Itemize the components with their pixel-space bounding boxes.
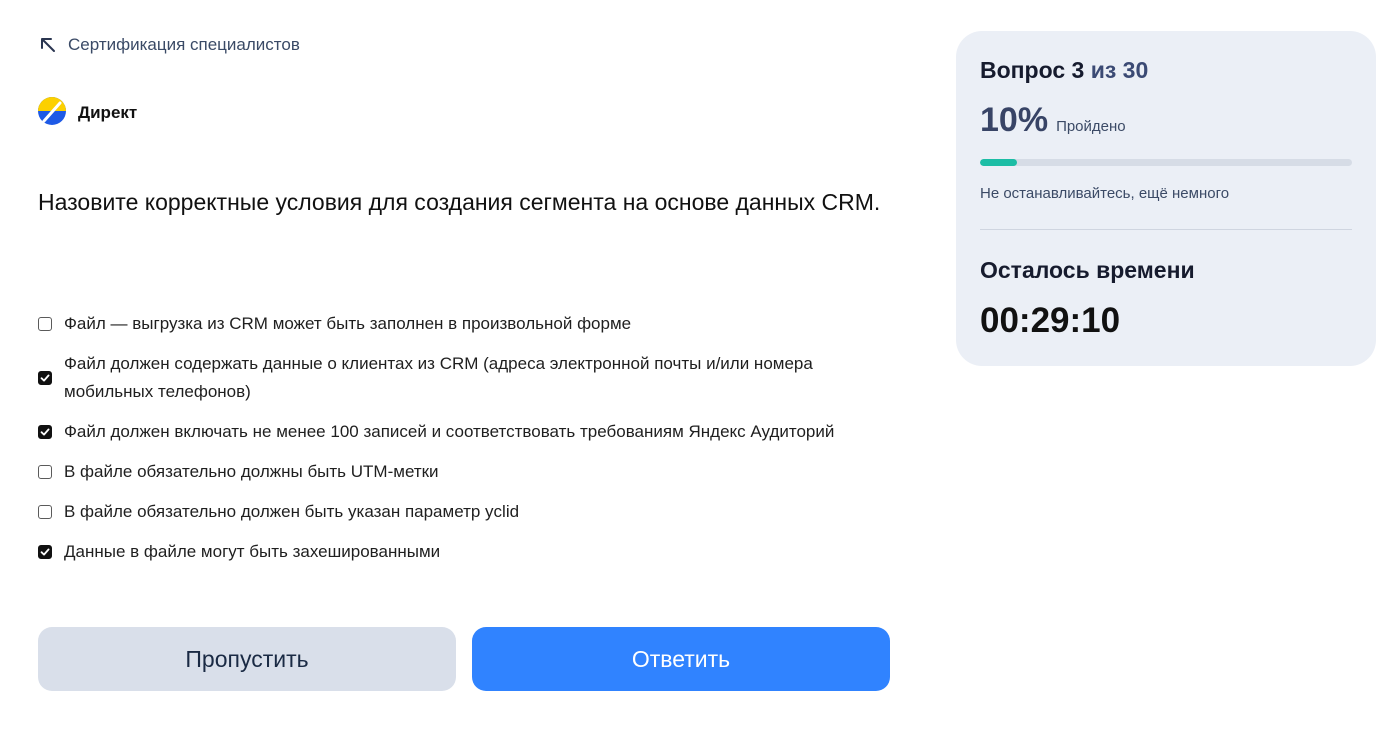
progress-bar bbox=[980, 159, 1352, 166]
question-text: Назовите корректные условия для создания… bbox=[38, 189, 881, 215]
product-name: Директ bbox=[78, 103, 138, 122]
checkbox-checked[interactable] bbox=[38, 425, 52, 439]
answer-option-label: Файл — выгрузка из CRM может быть заполн… bbox=[64, 314, 632, 333]
question-total: из 30 bbox=[1090, 57, 1149, 83]
progress-bar-fill bbox=[980, 159, 1018, 166]
back-link-label: Сертификация специалистов bbox=[68, 35, 300, 54]
question-word: Вопрос bbox=[980, 57, 1066, 83]
checkbox-unchecked[interactable] bbox=[38, 317, 52, 331]
percent-row: 10% Пройдено bbox=[980, 101, 1126, 140]
arrow-up-left-icon bbox=[38, 35, 58, 55]
page: Сертификация специалистов Директ Назовит… bbox=[0, 0, 1383, 732]
direct-logo-icon bbox=[38, 96, 66, 130]
answer-option[interactable]: В файле обязательно должен быть указан п… bbox=[38, 498, 898, 526]
answer-option-label: Файл должен включать не менее 100 записе… bbox=[64, 422, 835, 441]
answer-option[interactable]: Данные в файле могут быть захешированным… bbox=[38, 538, 898, 566]
answer-option-label: Данные в файле могут быть захешированным… bbox=[64, 542, 441, 561]
answer-option[interactable]: Файл должен включать не менее 100 записе… bbox=[38, 418, 898, 446]
encourage-text: Не останавливайтесь, ещё немного bbox=[980, 185, 1230, 202]
answer-option-label: В файле обязательно должны быть UTM-метк… bbox=[64, 462, 439, 481]
answer-option[interactable]: Файл должен содержать данные о клиентах … bbox=[38, 350, 898, 406]
checkbox-checked[interactable] bbox=[38, 371, 52, 385]
question-counter: Вопрос 3 из 30 bbox=[980, 57, 1148, 84]
answer-option-label: Файл должен содержать данные о клиентах … bbox=[64, 354, 813, 401]
percent-value: 10% bbox=[980, 101, 1049, 139]
checkbox-unchecked[interactable] bbox=[38, 465, 52, 479]
product-header: Директ bbox=[38, 96, 138, 130]
answer-option[interactable]: В файле обязательно должны быть UTM-метк… bbox=[38, 458, 898, 486]
skip-button[interactable]: Пропустить bbox=[38, 627, 456, 691]
percent-label: Пройдено bbox=[1056, 118, 1126, 135]
time-title: Осталось времени bbox=[980, 257, 1195, 283]
answer-button[interactable]: Ответить bbox=[472, 627, 890, 691]
checkbox-unchecked[interactable] bbox=[38, 505, 52, 519]
progress-panel: Вопрос 3 из 30 10% Пройдено Не останавли… bbox=[956, 31, 1376, 366]
timer-value: 00:29:10 bbox=[980, 301, 1121, 340]
back-link[interactable]: Сертификация специалистов bbox=[38, 32, 300, 58]
answer-option[interactable]: Файл — выгрузка из CRM может быть заполн… bbox=[38, 310, 898, 338]
divider bbox=[980, 229, 1352, 230]
question-current: 3 bbox=[1071, 57, 1085, 83]
checkbox-checked[interactable] bbox=[38, 545, 52, 559]
answer-option-label: В файле обязательно должен быть указан п… bbox=[64, 502, 520, 521]
